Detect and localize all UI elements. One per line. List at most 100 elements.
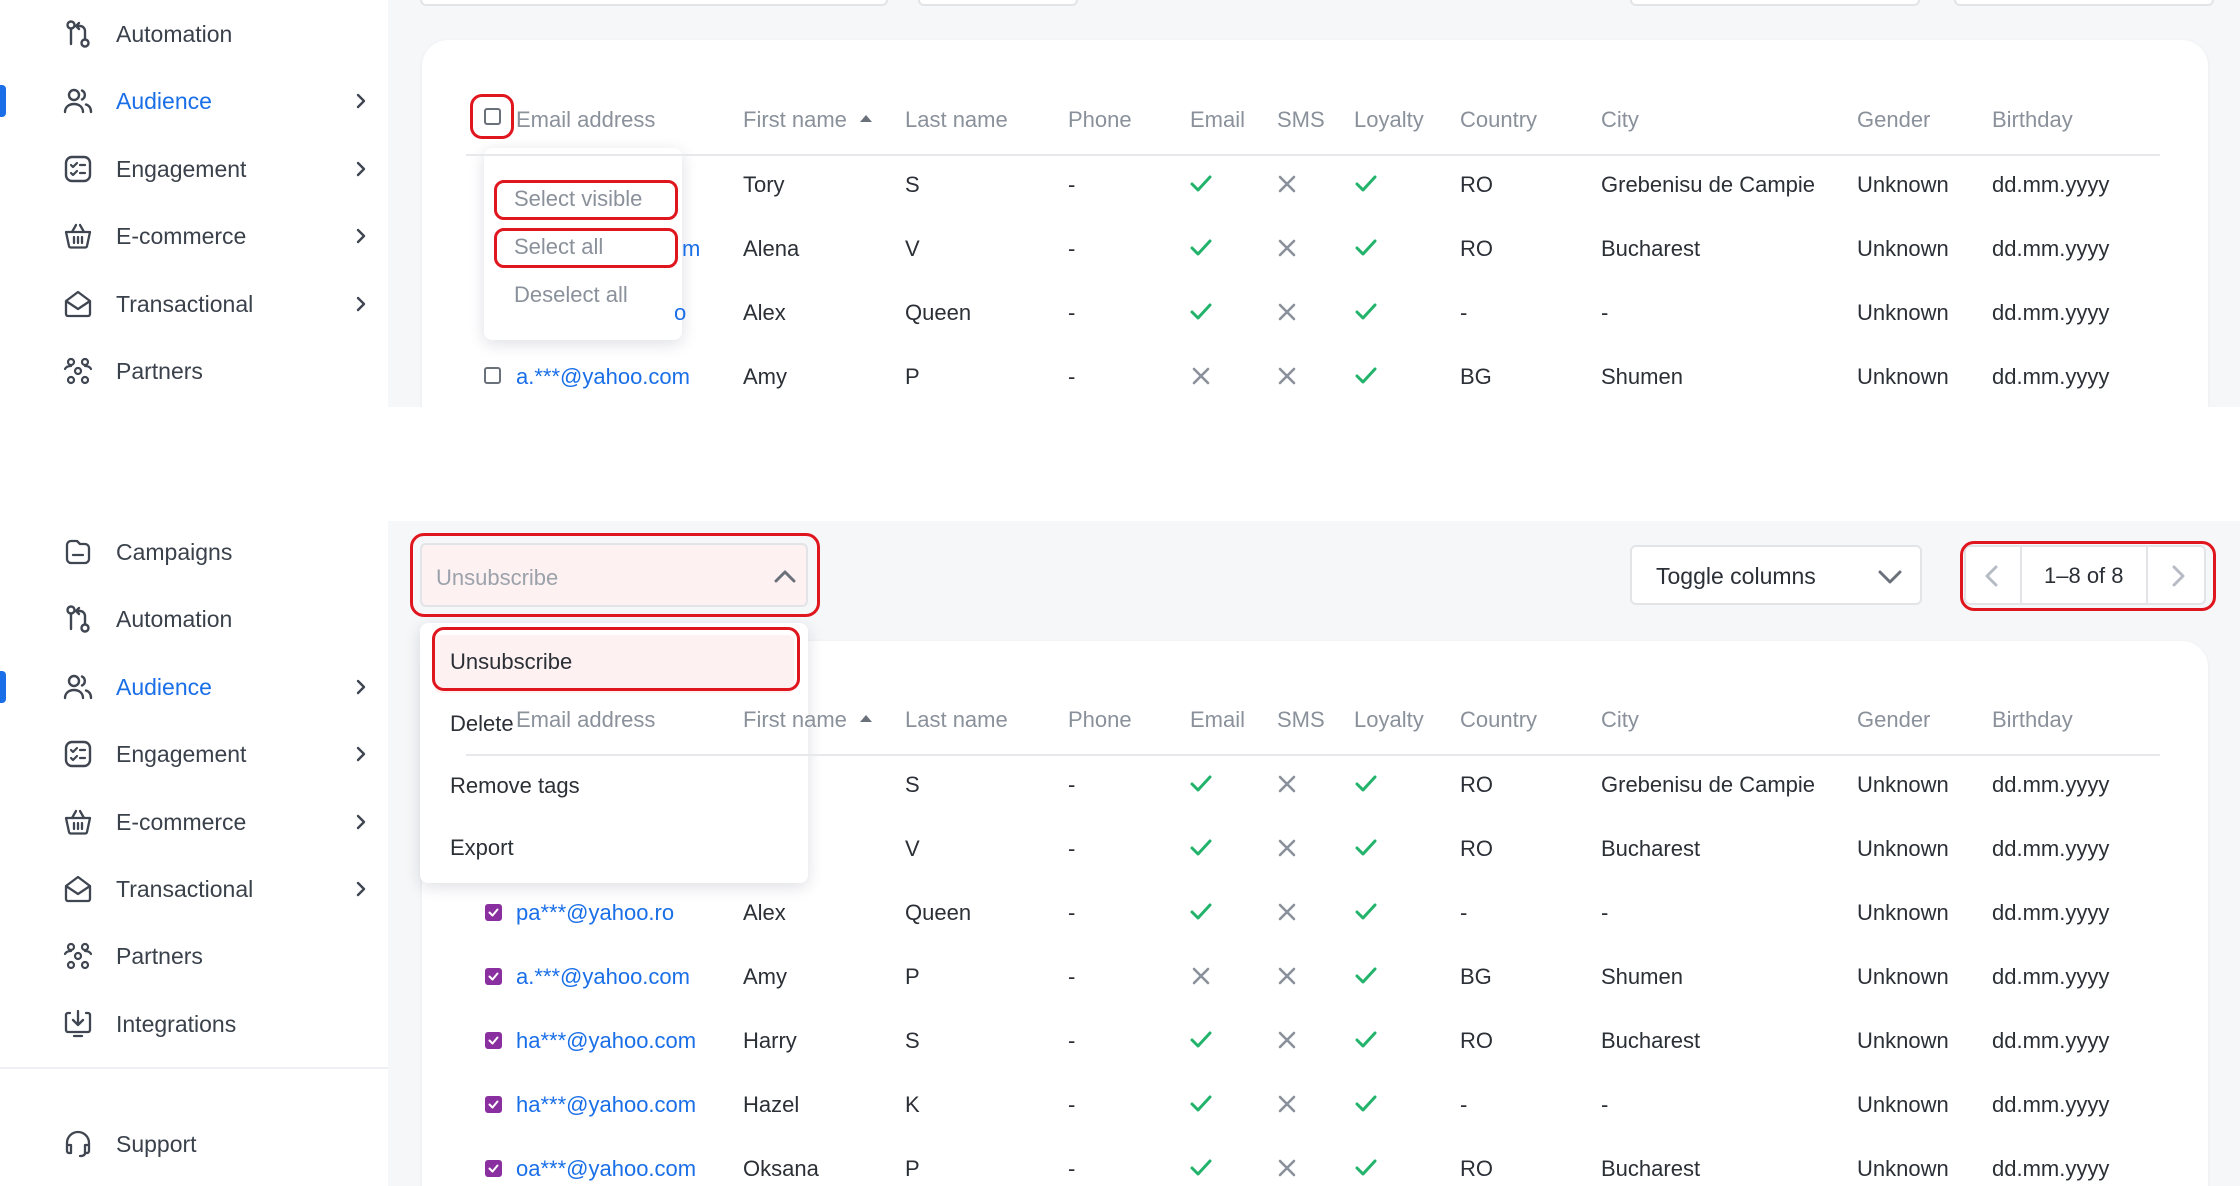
column-header-sms[interactable]: SMS [1277,107,1325,133]
column-header-last-name[interactable]: Last name [905,107,1008,133]
row-checkbox[interactable] [484,367,501,384]
city-cell: Shumen [1601,364,1683,389]
city-cell: Bucharest [1601,836,1701,861]
email-cell[interactable]: ha***@yahoo.com [516,1028,696,1054]
last-cell: P [905,1156,920,1181]
email-cell-fragment[interactable]: o [674,300,686,326]
column-header-first-name[interactable]: First name [743,107,847,133]
column-header-birthday[interactable]: Birthday [1992,707,2073,733]
check-icon [1353,963,1379,989]
column-header-phone[interactable]: Phone [1068,107,1132,133]
sidebar-item-automation[interactable]: Automation [0,591,388,647]
cross-icon [1274,1091,1300,1117]
birthday-cell: dd.mm.yyyy [1992,1092,2110,1117]
column-header-email[interactable]: Email [1190,107,1245,133]
audience-icon [62,671,94,703]
sidebar-item-campaigns[interactable]: Campaigns [0,524,388,580]
first-cell: Tory [743,172,785,197]
remove-tags-option[interactable]: Remove tags [450,773,580,799]
sidebar-item-support[interactable]: Support [0,1116,388,1172]
column-header-email-address[interactable]: Email address [516,707,655,733]
email-cell[interactable]: pa***@yahoo.ro [516,900,674,926]
last-cell: V [905,836,920,861]
cross-icon [1188,963,1214,989]
partners-icon [62,355,94,387]
chevron-right-icon [352,813,370,831]
column-header-loyalty[interactable]: Loyalty [1354,707,1424,733]
phone-cell: - [1068,236,1076,261]
sidebar-item-partners[interactable]: Partners [0,343,388,399]
row-checkbox[interactable] [485,1096,502,1113]
email-cell[interactable]: ha***@yahoo.com [516,1092,696,1118]
select-all-checkbox[interactable] [484,108,501,125]
sidebar-item-automation[interactable]: Automation [0,6,388,62]
sidebar-item-transactional[interactable]: Transactional [0,861,388,917]
column-header-city[interactable]: City [1601,107,1639,133]
column-header-loyalty[interactable]: Loyalty [1354,107,1424,133]
phone-cell: - [1068,1092,1076,1117]
sidebar-item-audience[interactable]: Audience [0,73,388,129]
sort-asc-icon[interactable] [860,715,872,722]
column-header-country[interactable]: Country [1460,107,1537,133]
email-cell[interactable]: oa***@yahoo.com [516,1156,696,1182]
sort-asc-icon[interactable] [860,115,872,122]
city-cell: Grebenisu de Campie [1601,772,1816,797]
pagination-top[interactable] [1954,0,2214,6]
check-icon [1353,235,1379,261]
sidebar-item-engagement[interactable]: Engagement [0,726,388,782]
check-icon [1188,899,1214,925]
gender-cell: Unknown [1857,900,1949,925]
column-header-email[interactable]: Email [1190,707,1245,733]
sidebar: Automation Audience Engagement E-commerce Tr… [0,0,388,407]
export-option[interactable]: Export [450,835,514,861]
header-divider [466,154,2160,156]
birthday-cell: dd.mm.yyyy [1992,364,2110,389]
sidebar-item-integrations[interactable]: Integrations [0,996,388,1052]
highlight-pagination [1960,541,2216,611]
sidebar-item-label: Campaigns [116,539,233,565]
sidebar-item-audience[interactable]: Audience [0,659,388,715]
toggle-columns-button-top[interactable] [1630,0,1920,6]
column-header-last-name[interactable]: Last name [905,707,1008,733]
email-cell[interactable]: a.***@yahoo.com [516,964,690,990]
country-cell: RO [1460,836,1493,861]
country-cell: - [1460,900,1468,925]
birthday-cell: dd.mm.yyyy [1992,772,2110,797]
column-header-gender[interactable]: Gender [1857,707,1930,733]
column-header-gender[interactable]: Gender [1857,107,1930,133]
sidebar-item-label: Audience [116,673,212,700]
filter-button[interactable] [918,0,1078,6]
row-checkbox[interactable] [485,904,502,921]
deselect-all-option[interactable]: Deselect all [514,282,628,308]
row-checkbox[interactable] [485,1160,502,1177]
column-header-city[interactable]: City [1601,707,1639,733]
transactional-icon [62,873,94,905]
email-cell-fragment[interactable]: m [682,236,700,262]
sidebar-item-transactional[interactable]: Transactional [0,276,388,332]
column-header-country[interactable]: Country [1460,707,1537,733]
gender-cell: Unknown [1857,300,1949,325]
birthday-cell: dd.mm.yyyy [1992,300,2110,325]
column-header-birthday[interactable]: Birthday [1992,107,2073,133]
sidebar-item-engagement[interactable]: Engagement [0,141,388,197]
row-checkbox[interactable] [485,1032,502,1049]
column-header-sms[interactable]: SMS [1277,707,1325,733]
email-cell[interactable]: a.***@yahoo.com [516,364,690,390]
country-cell: RO [1460,1028,1493,1053]
sidebar-item-e-commerce[interactable]: E-commerce [0,208,388,264]
row-checkbox[interactable] [485,968,502,985]
toggle-columns-button[interactable]: Toggle columns [1630,545,1922,605]
highlight-select-visible [494,180,678,220]
sidebar-item-partners[interactable]: Partners [0,928,388,984]
engagement-icon [62,738,94,770]
last-cell: S [905,1028,920,1053]
check-icon [1353,1027,1379,1053]
sidebar-item-label: Audience [116,88,212,115]
country-cell: - [1460,300,1468,325]
column-header-first-name[interactable]: First name [743,707,847,733]
delete-option[interactable]: Delete [450,711,514,737]
column-header-phone[interactable]: Phone [1068,707,1132,733]
column-header-email-address[interactable]: Email address [516,107,655,133]
sidebar-item-e-commerce[interactable]: E-commerce [0,794,388,850]
filter-input[interactable] [420,0,888,6]
